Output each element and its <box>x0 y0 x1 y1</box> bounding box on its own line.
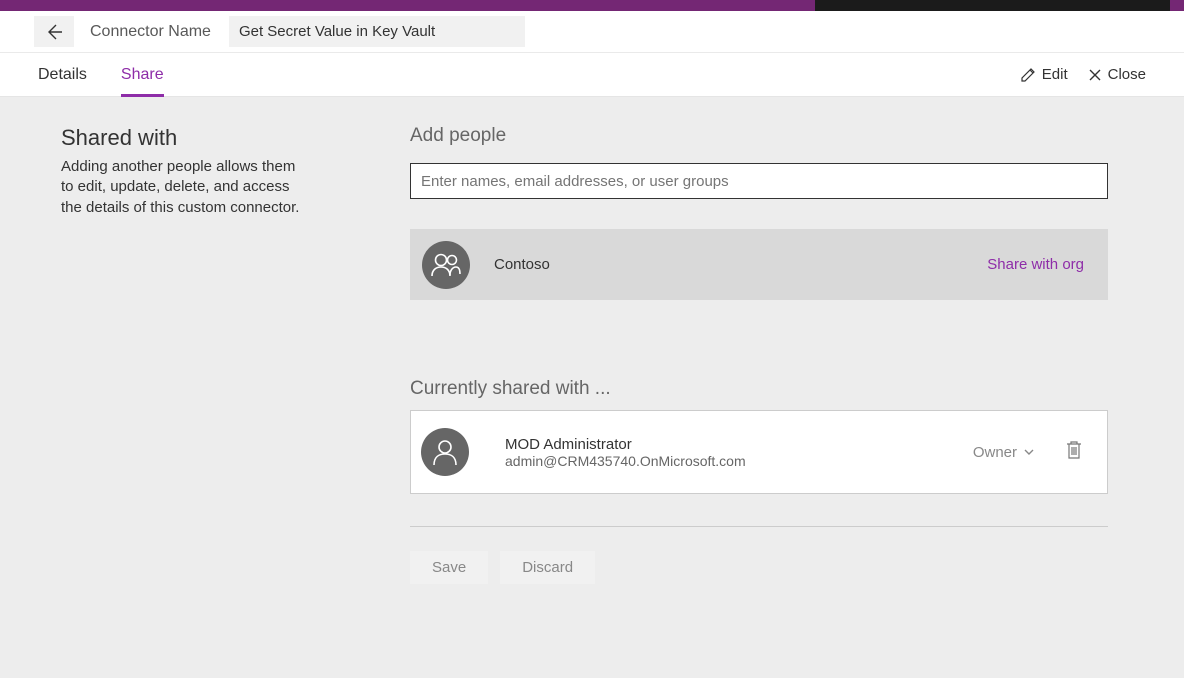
shared-user-name: MOD Administrator <box>505 436 746 453</box>
edit-button[interactable]: Edit <box>1020 66 1068 83</box>
brand-bar-dark-segment <box>815 0 1170 11</box>
chevron-down-icon <box>1023 446 1035 458</box>
shared-user-email: admin@CRM435740.OnMicrosoft.com <box>505 453 746 469</box>
edit-label: Edit <box>1042 66 1068 83</box>
close-button[interactable]: Close <box>1088 66 1146 83</box>
pencil-icon <box>1020 67 1036 83</box>
suggestion-name: Contoso <box>494 256 550 273</box>
add-people-input[interactable] <box>410 163 1108 199</box>
delete-button[interactable] <box>1065 440 1083 465</box>
tabs-row: Details Share Edit Close <box>0 53 1184 97</box>
tab-share[interactable]: Share <box>121 53 164 96</box>
save-button[interactable]: Save <box>410 551 488 584</box>
divider <box>410 526 1108 527</box>
people-icon <box>430 250 462 280</box>
shared-user-card: MOD Administrator admin@CRM435740.OnMicr… <box>410 410 1108 494</box>
connector-name-label: Connector Name <box>90 23 211 41</box>
discard-button[interactable]: Discard <box>500 551 595 584</box>
back-button[interactable] <box>34 16 74 47</box>
connector-name-input[interactable] <box>229 16 525 47</box>
trash-icon <box>1065 440 1083 460</box>
close-icon <box>1088 68 1102 82</box>
shared-with-heading: Shared with <box>61 125 360 151</box>
person-icon <box>430 437 460 467</box>
brand-bar <box>0 0 1184 11</box>
arrow-left-icon <box>44 22 64 42</box>
role-label: Owner <box>973 444 1017 461</box>
add-people-label: Add people <box>410 125 1108 147</box>
org-suggestion-card: Contoso Share with org <box>410 229 1108 300</box>
currently-shared-label: Currently shared with ... <box>410 378 1108 400</box>
user-avatar <box>421 428 469 476</box>
shared-with-description: Adding another people allows them to edi… <box>61 157 309 218</box>
tab-details[interactable]: Details <box>38 53 87 96</box>
group-avatar <box>422 241 470 289</box>
share-with-org-link[interactable]: Share with org <box>987 256 1084 273</box>
header: Connector Name <box>0 11 1184 53</box>
close-label: Close <box>1108 66 1146 83</box>
role-dropdown[interactable]: Owner <box>973 444 1035 461</box>
